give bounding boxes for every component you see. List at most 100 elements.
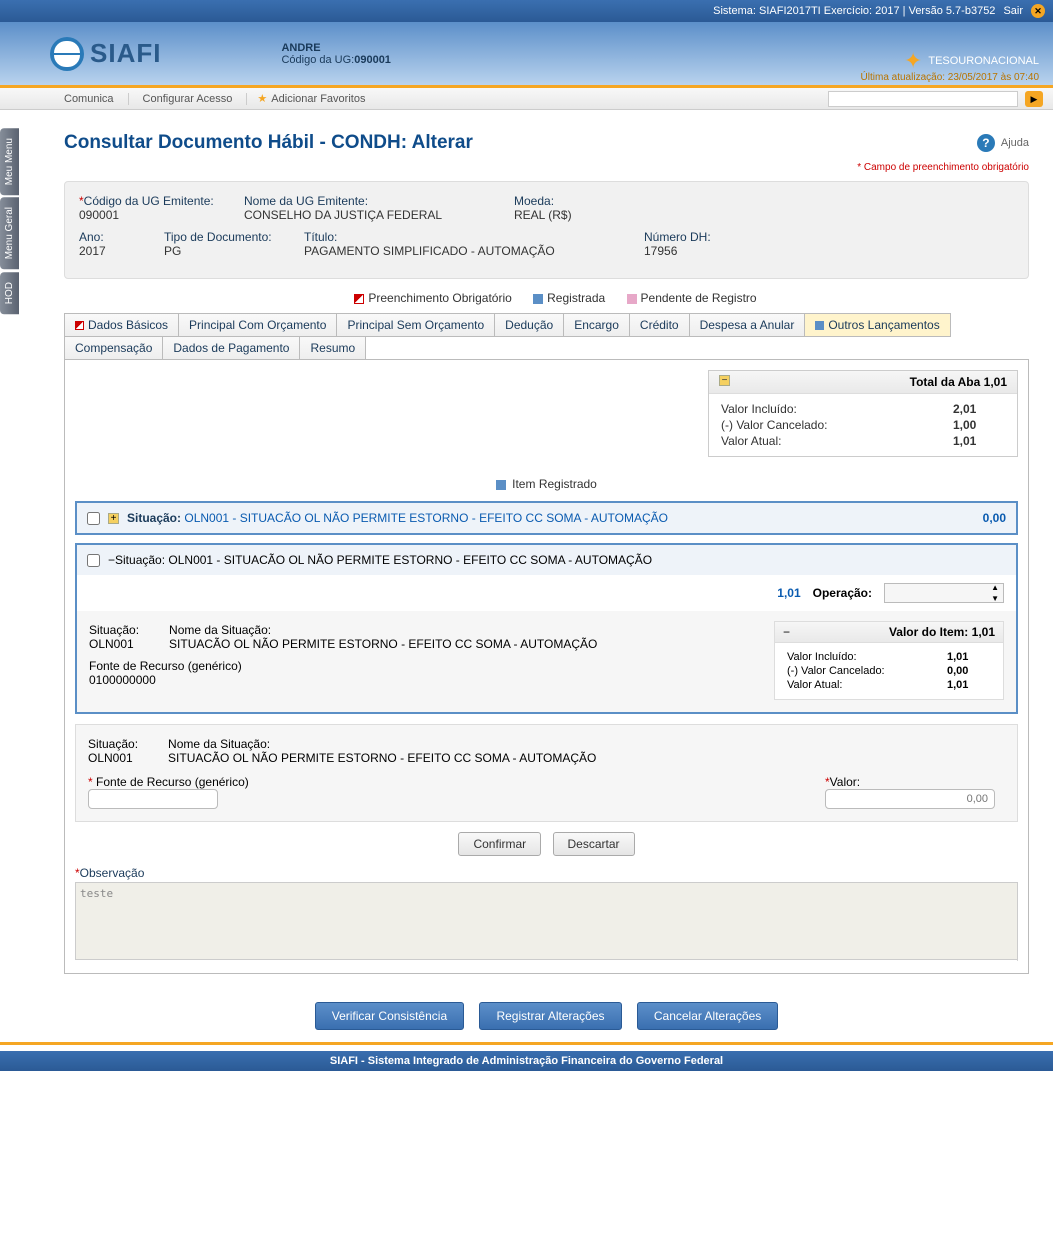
vi-cancelado-label: (-) Valor Cancelado: xyxy=(787,665,945,677)
close-icon[interactable]: ✕ xyxy=(1031,4,1045,18)
divider xyxy=(0,1042,1053,1045)
tab-deducao[interactable]: Dedução xyxy=(494,313,564,337)
side-tab-meu-menu[interactable]: Meu Menu xyxy=(0,128,19,195)
star-icon: ✦ xyxy=(904,48,922,74)
entry-sit-label: Situação: xyxy=(88,737,138,751)
operacao-spinner[interactable]: ▲ ▼ xyxy=(884,583,1004,603)
tab-credito[interactable]: Crédito xyxy=(629,313,690,337)
collapse-icon[interactable]: − xyxy=(719,375,730,386)
confirmar-button[interactable]: Confirmar xyxy=(458,832,541,856)
ug-value: 090001 xyxy=(354,54,391,66)
valor-input[interactable] xyxy=(825,789,995,809)
menu-configurar-acesso[interactable]: Configurar Acesso xyxy=(129,93,248,105)
total-incluido-value: 2,01 xyxy=(945,402,1005,416)
help-icon: ? xyxy=(977,134,995,152)
moeda-value: REAL (R$) xyxy=(514,208,572,222)
last-update: Última atualização: 23/05/2017 às 07:40 xyxy=(861,72,1039,83)
tab-despesa-anular[interactable]: Despesa a Anular xyxy=(689,313,806,337)
situacao-1-link[interactable]: OLN001 - SITUACÃO OL NÃO PERMITE ESTORNO… xyxy=(184,511,668,525)
expand-icon[interactable]: + xyxy=(108,513,119,524)
menu-bar: Comunica Configurar Acesso ★ Adicionar F… xyxy=(0,88,1053,110)
tipo-label: Tipo de Documento: xyxy=(164,230,304,244)
side-tab-hod[interactable]: HOD xyxy=(0,272,19,314)
descartar-button[interactable]: Descartar xyxy=(553,832,635,856)
header-user: ANDRE Código da UG:090001 xyxy=(281,42,390,66)
total-cancelado-value: 1,00 xyxy=(945,418,1005,432)
page-title: Consultar Documento Hábil - CONDH: Alter… xyxy=(64,132,473,154)
operacao-label: Operação: xyxy=(813,586,872,600)
legend-pending: Pendente de Registro xyxy=(641,291,757,305)
observacao-label: Observação xyxy=(80,866,145,880)
total-atual-value: 1,01 xyxy=(945,434,1005,448)
info-box: *Código da UG Emitente: 090001 Nome da U… xyxy=(64,181,1029,279)
vi-atual-value: 1,01 xyxy=(947,679,991,691)
ug-label: Código da UG: xyxy=(281,54,354,66)
observacao-textarea[interactable]: teste xyxy=(75,882,1018,960)
tabs-row-2: Compensação Dados de Pagamento Resumo xyxy=(64,336,1029,359)
vi-incluido-label: Valor Incluído: xyxy=(787,651,945,663)
menu-comunica[interactable]: Comunica xyxy=(50,93,129,105)
tabs-row-1: Dados Básicos Principal Com Orçamento Pr… xyxy=(64,313,1029,336)
registrar-alteracoes-button[interactable]: Registrar Alterações xyxy=(479,1002,621,1030)
verificar-consistencia-button[interactable]: Verificar Consistência xyxy=(315,1002,464,1030)
footer: SIAFI - Sistema Integrado de Administraç… xyxy=(0,1051,1053,1071)
sit-value: OLN001 xyxy=(89,637,139,651)
titulo-value: PAGAMENTO SIMPLIFICADO - AUTOMAÇÃO xyxy=(304,244,644,258)
nome-sit-value: SITUACÃO OL NÃO PERMITE ESTORNO - EFEITO… xyxy=(169,637,597,651)
star-icon: ★ xyxy=(257,92,267,105)
tab-dados-pagamento[interactable]: Dados de Pagamento xyxy=(162,336,300,360)
search-input[interactable] xyxy=(828,91,1018,107)
legend-required: Preenchimento Obrigatório xyxy=(368,291,511,305)
nome-ug-label: Nome da UG Emitente: xyxy=(244,194,514,208)
system-bar: Sistema: SIAFI2017TI Exercício: 2017 | V… xyxy=(0,0,1053,22)
situacao-1-label: Situação: xyxy=(127,511,181,525)
user-name: ANDRE xyxy=(281,42,320,54)
header: SIAFI ANDRE Código da UG:090001 ✦ TESOUR… xyxy=(0,22,1053,85)
entry-fonte-label: Fonte de Recurso (genérico) xyxy=(96,775,249,789)
moeda-label: Moeda: xyxy=(514,194,572,208)
logo: SIAFI xyxy=(50,37,161,71)
titulo-label: Título: xyxy=(304,230,644,244)
ano-label: Ano: xyxy=(79,230,164,244)
legend-row: Preenchimento Obrigatório Registrada Pen… xyxy=(64,291,1029,305)
valor-item-head-value: 1,01 xyxy=(972,625,995,639)
legend-required-icon xyxy=(354,294,364,304)
tab-outros-lancamentos[interactable]: Outros Lançamentos xyxy=(804,313,950,337)
side-tab-menu-geral[interactable]: Menu Geral xyxy=(0,197,19,269)
fonte-recurso-input[interactable] xyxy=(88,789,218,809)
numero-dh-value: 17956 xyxy=(644,244,711,258)
situacao-2-link[interactable]: OLN001 - SITUACÃO OL NÃO PERMITE ESTORNO… xyxy=(168,553,652,567)
situacao-row-1[interactable]: + Situação: OLN001 - SITUACÃO OL NÃO PER… xyxy=(75,501,1018,535)
tab-principal-com-orcamento[interactable]: Principal Com Orçamento xyxy=(178,313,337,337)
tipo-value: PG xyxy=(164,244,304,258)
ano-value: 2017 xyxy=(79,244,164,258)
cancelar-alteracoes-button[interactable]: Cancelar Alterações xyxy=(637,1002,778,1030)
required-note: * Campo de preenchimento obrigatório xyxy=(64,162,1029,173)
tab-body: − Total da Aba 1,01 Valor Incluído:2,01 … xyxy=(64,359,1029,974)
ug-emitente-value: 090001 xyxy=(79,208,244,222)
help-link[interactable]: ? Ajuda xyxy=(977,134,1029,152)
tab-encargo[interactable]: Encargo xyxy=(563,313,630,337)
help-label: Ajuda xyxy=(1001,137,1029,149)
tab-dados-basicos[interactable]: Dados Básicos xyxy=(64,313,179,337)
legend-registered: Registrada xyxy=(547,291,605,305)
collapse-icon[interactable]: − xyxy=(108,553,115,567)
situacao-row-2: − Situação: OLN001 - SITUACÃO OL NÃO PER… xyxy=(75,543,1018,714)
menu-adicionar-favoritos[interactable]: Adicionar Favoritos xyxy=(271,93,365,105)
situacao-2-checkbox[interactable] xyxy=(87,554,100,567)
entry-nome-label: Nome da Situação: xyxy=(168,737,596,751)
ug-emitente-label: Código da UG Emitente: xyxy=(84,194,214,208)
logo-text: SIAFI xyxy=(90,38,161,69)
situacao-1-checkbox[interactable] xyxy=(87,512,100,525)
tab-resumo[interactable]: Resumo xyxy=(299,336,366,360)
entry-sit-value: OLN001 xyxy=(88,751,138,765)
collapse-icon[interactable]: − xyxy=(783,625,790,639)
sit-label: Situação: xyxy=(89,623,139,637)
tab-compensacao[interactable]: Compensação xyxy=(64,336,163,360)
entry-valor-label: Valor: xyxy=(830,775,860,789)
tab-principal-sem-orcamento[interactable]: Principal Sem Orçamento xyxy=(336,313,495,337)
total-cancelado-label: (-) Valor Cancelado: xyxy=(721,418,943,432)
search-go-button[interactable]: ▶ xyxy=(1025,91,1043,107)
sair-link[interactable]: Sair xyxy=(1003,5,1023,17)
tesouro-brand: ✦ TESOURONACIONAL xyxy=(904,48,1039,74)
